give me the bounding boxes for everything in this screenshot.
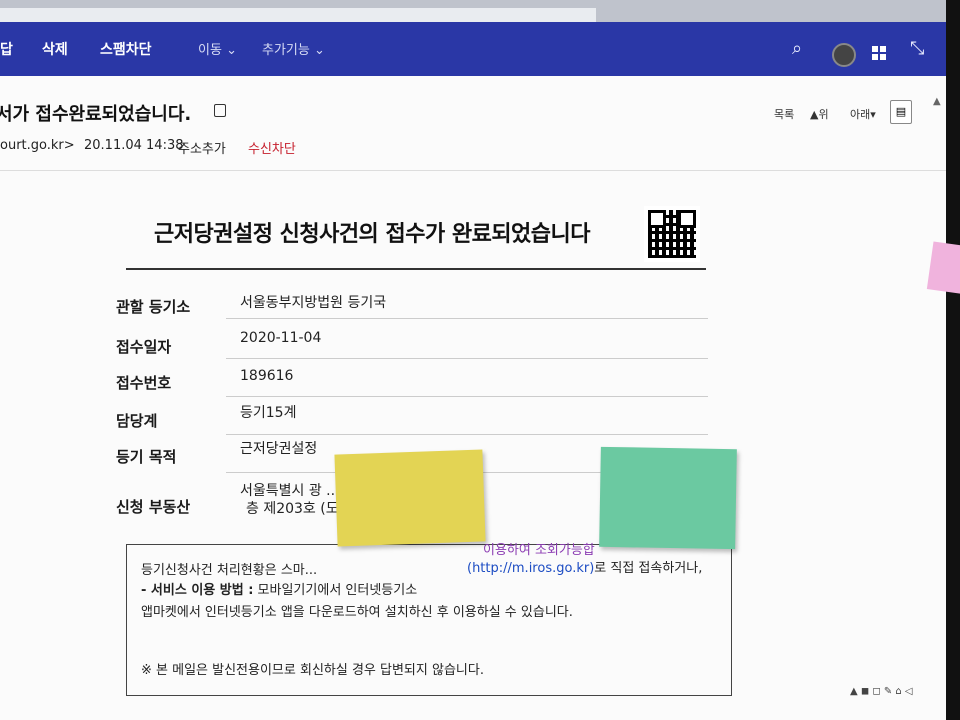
notice-line3: 앱마켓에서 인터넷등기소 앱을 다운로드하여 설치하신 후 이용하실 수 있습니… [141, 605, 573, 620]
notice-box: 등기신청사건 처리현황은 스마... 이용하여 조회가능합 (http://m.… [126, 543, 732, 696]
notice-line1c: 로 직접 접속하거나, [594, 561, 703, 576]
next-mail-button[interactable]: 아래▾ [850, 106, 876, 122]
print-icon: ▤ [895, 105, 907, 118]
notice-line2: 모바일기기에서 인터넷등기소 [253, 583, 418, 598]
move-dropdown[interactable]: 이동 ⌄ [198, 39, 237, 58]
shrink-icon[interactable]: ⤡ [910, 38, 924, 59]
iros-link[interactable]: (http://m.iros.go.kr) [467, 561, 594, 576]
field-label: 접수번호 [116, 374, 172, 392]
sticky-note-pink [926, 241, 960, 295]
list-button[interactable]: 목록 [774, 106, 794, 122]
scroll-up-icon[interactable]: ▲ [933, 96, 941, 107]
notice-line4: ※ 본 메일은 발신전용이므로 회신하실 경우 답변되지 않습니다. [141, 663, 484, 678]
delete-button[interactable]: 삭제 [42, 39, 68, 59]
sticky-note-yellow [334, 449, 486, 547]
notice-line1: 등기신청사건 처리현황은 스마... [141, 563, 318, 578]
field-value: 등기15계 [240, 405, 297, 421]
mail-date: 20.11.04 14:38 [84, 138, 184, 153]
sticky-note-teal [599, 446, 737, 550]
field-value: 근저당권설정 [240, 441, 318, 457]
copy-icon[interactable] [214, 104, 226, 117]
field-label: 관할 등기소 [116, 298, 191, 316]
chevron-down-icon: ⌄ [226, 43, 237, 58]
mail-toolbar: 답 삭제 스팸차단 이동 ⌄ 추가기능 ⌄ ⌕ ⤡ [0, 22, 946, 76]
move-label: 이동 [198, 43, 222, 58]
sender[interactable]: ourt.go.kr> [0, 138, 75, 153]
title-underline [126, 268, 706, 270]
document-title: 근저당권설정 신청사건의 접수가 완료되었습니다 [154, 222, 591, 247]
browser-tab-strip [0, 0, 946, 22]
extras-label: 추가기능 [262, 43, 310, 58]
reply-button[interactable]: 답 [0, 39, 13, 59]
field-value: 서울동부지방법원 등기국 [240, 295, 387, 311]
avatar[interactable] [832, 43, 856, 67]
taskbar-tray: ▲ ◼ ◻ ✎ ⌂ ◁ [850, 686, 913, 697]
monitor-bezel [946, 0, 960, 720]
print-button[interactable]: ▤ [890, 100, 912, 124]
mail-window: 답 삭제 스팸차단 이동 ⌄ 추가기능 ⌄ ⌕ ⤡ 서가 접수완료되었습니다. … [0, 0, 946, 720]
field-label: 신청 부동산 [116, 498, 191, 516]
extras-dropdown[interactable]: 추가기능 ⌄ [262, 39, 325, 58]
field-value: 189616 [240, 368, 294, 384]
spam-block-button[interactable]: 스팸차단 [100, 39, 152, 59]
search-icon[interactable]: ⌕ [792, 38, 802, 59]
add-address-link[interactable]: 주소추가 [178, 138, 226, 157]
apps-icon[interactable] [872, 46, 886, 60]
notice-link-text[interactable]: 이용하여 조회가능합 [483, 539, 595, 558]
mail-subject: 서가 접수완료되었습니다. [0, 104, 192, 125]
block-sender-link[interactable]: 수신차단 [248, 138, 296, 157]
field-label: 등기 목적 [116, 448, 177, 466]
notice-line2-bold: - 서비스 이용 방법 : [141, 583, 254, 598]
field-value: 2020-11-04 [240, 330, 322, 346]
qr-code [644, 206, 700, 262]
field-label: 접수일자 [116, 338, 172, 356]
field-label: 담당계 [116, 412, 158, 430]
prev-mail-button[interactable]: ▲위 [810, 106, 829, 122]
chevron-down-icon: ⌄ [313, 43, 325, 58]
header-divider [0, 170, 946, 171]
